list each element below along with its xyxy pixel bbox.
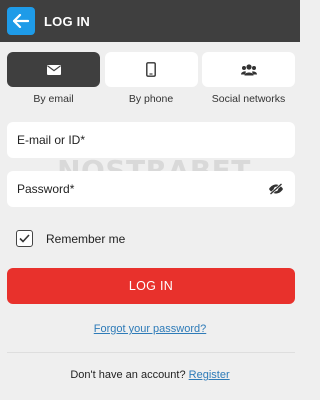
- forgot-password-link[interactable]: Forgot your password?: [94, 323, 207, 335]
- tab-social-networks-label: Social networks: [211, 93, 286, 105]
- tab-by-email-tile[interactable]: [7, 52, 100, 87]
- eye-off-icon: [269, 183, 283, 195]
- register-link[interactable]: Register: [189, 369, 230, 381]
- forgot-password-row: Forgot your password?: [0, 319, 300, 337]
- remember-me-checkbox[interactable]: Remember me: [16, 230, 125, 247]
- checkmark-icon: [19, 234, 30, 243]
- page-title: LOG IN: [44, 13, 90, 29]
- users-icon: [240, 63, 257, 75]
- password-field[interactable]: [7, 171, 295, 207]
- email-field[interactable]: [7, 122, 295, 158]
- email-input[interactable]: [17, 133, 285, 147]
- tab-by-email[interactable]: By email: [7, 52, 100, 105]
- tab-by-phone[interactable]: By phone: [104, 52, 198, 105]
- tab-social-networks-tile[interactable]: [202, 52, 295, 87]
- register-row: Don't have an account? Register: [0, 369, 300, 381]
- divider: [7, 352, 295, 353]
- login-button[interactable]: LOG IN: [7, 268, 295, 304]
- remember-me-label: Remember me: [46, 231, 126, 246]
- header-bar: LOG IN: [0, 0, 300, 42]
- tab-by-phone-tile[interactable]: [104, 52, 198, 87]
- tab-by-email-label: By email: [33, 93, 74, 105]
- login-method-tabs: By email By phone Social networks: [7, 52, 295, 105]
- password-input[interactable]: [17, 182, 267, 196]
- back-button[interactable]: [7, 7, 35, 35]
- envelope-icon: [46, 64, 61, 75]
- tab-social-networks[interactable]: Social networks: [202, 52, 295, 105]
- register-prompt: Don't have an account?: [70, 369, 189, 381]
- tab-by-phone-label: By phone: [128, 93, 174, 105]
- phone-icon: [146, 62, 156, 77]
- arrow-left-icon: [13, 14, 29, 28]
- password-visibility-toggle[interactable]: [267, 182, 285, 196]
- checkbox-box[interactable]: [16, 230, 33, 247]
